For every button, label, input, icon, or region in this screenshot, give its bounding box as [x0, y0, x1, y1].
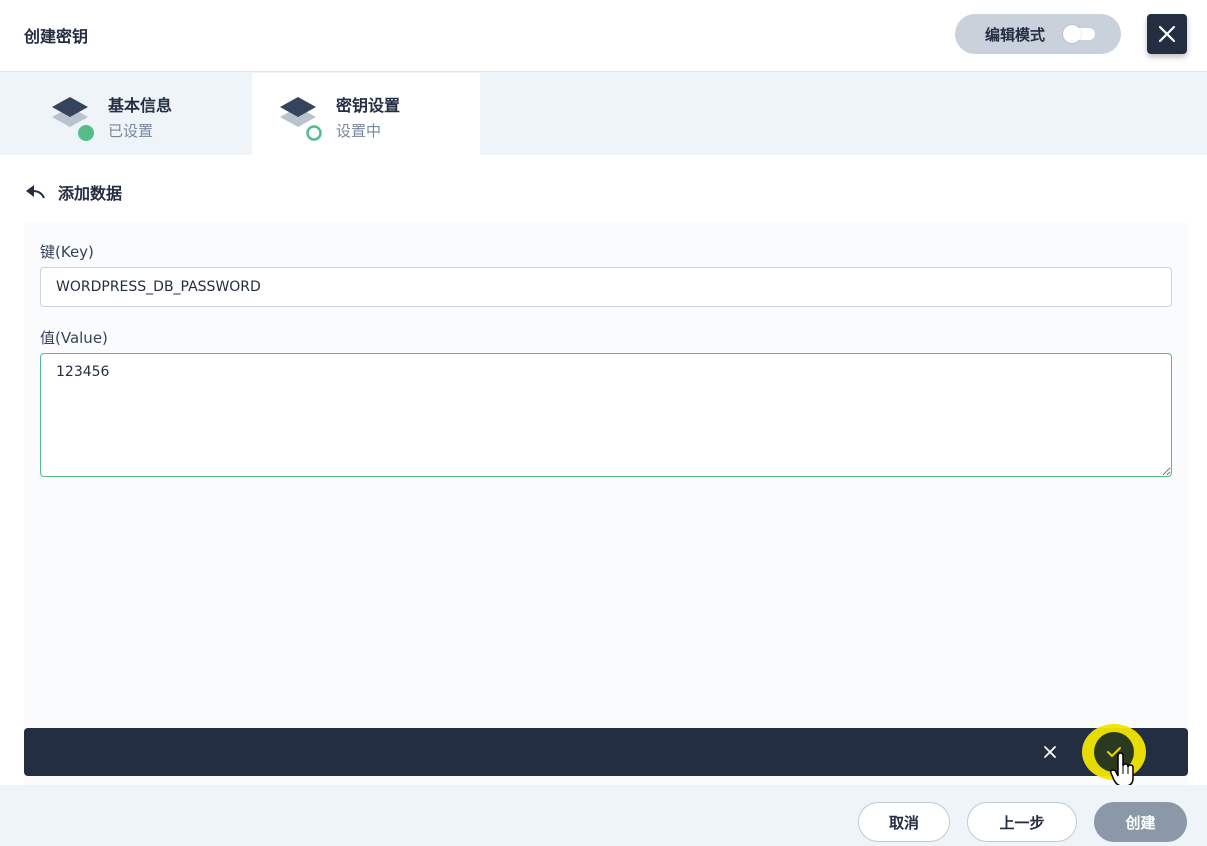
modal-footer: 取消 上一步 创建	[0, 785, 1207, 846]
cancel-button[interactable]: 取消	[858, 802, 950, 842]
back-link[interactable]: 添加数据	[24, 177, 122, 207]
confirm-bar	[24, 724, 1188, 780]
step-title: 密钥设置	[336, 96, 401, 115]
layers-icon	[52, 97, 94, 141]
close-icon	[1158, 25, 1176, 43]
edit-mode-label: 编辑模式	[985, 25, 1046, 44]
bar-cancel-button[interactable]	[1040, 742, 1060, 762]
modal-header: 创建密钥 编辑模式	[0, 0, 1207, 72]
toggle-switch[interactable]	[1063, 25, 1095, 43]
step-status: 设置中	[336, 122, 382, 140]
back-arrow-icon	[26, 185, 45, 199]
value-textarea[interactable]: 123456	[40, 353, 1172, 477]
hand-cursor-icon	[1110, 752, 1134, 787]
key-label: 键(Key)	[40, 243, 94, 261]
toggle-knob	[1063, 25, 1081, 43]
previous-step-button[interactable]: 上一步	[967, 802, 1077, 842]
step-basic-info[interactable]: 基本信息 已设置	[0, 73, 228, 155]
modal-title: 创建密钥	[24, 27, 89, 46]
step-title: 基本信息	[108, 96, 173, 115]
step-status: 已设置	[108, 122, 154, 140]
edit-mode-toggle[interactable]: 编辑模式	[955, 14, 1121, 54]
back-label: 添加数据	[58, 184, 123, 203]
layers-icon	[280, 97, 322, 141]
close-button[interactable]	[1147, 14, 1187, 54]
data-form: 键(Key) 值(Value) 123456	[24, 223, 1188, 785]
value-label: 值(Value)	[40, 329, 108, 347]
step-key-settings[interactable]: 密钥设置 设置中	[252, 73, 480, 155]
content-area: 添加数据 键(Key) 值(Value) 123456	[0, 155, 1207, 785]
step-bar: 基本信息 已设置 密钥设置 设置中	[0, 73, 1207, 155]
close-icon	[1044, 746, 1056, 758]
key-input[interactable]	[40, 267, 1172, 307]
create-button[interactable]: 创建	[1094, 802, 1187, 842]
